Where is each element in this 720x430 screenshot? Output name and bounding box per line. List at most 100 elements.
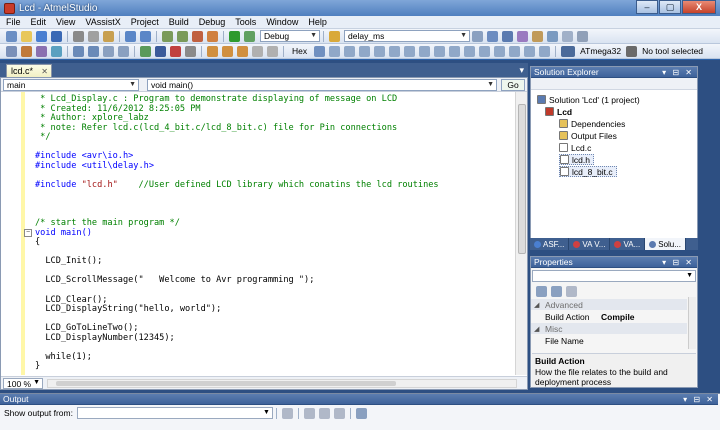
paste-icon[interactable] (103, 30, 114, 42)
outdent-icon[interactable] (118, 45, 129, 57)
indent-icon[interactable] (103, 45, 114, 57)
categorized-icon[interactable] (536, 285, 547, 297)
breakpoint-icon[interactable] (51, 45, 62, 57)
next-message-icon[interactable] (318, 407, 330, 419)
autos-icon[interactable] (524, 45, 536, 57)
pause-icon[interactable] (155, 45, 166, 57)
start-debugging-icon[interactable] (229, 30, 240, 42)
rebuild-icon[interactable] (207, 30, 218, 42)
function-combo[interactable]: void main() ▼ (147, 79, 497, 91)
object-selector-combo[interactable]: ▼ (532, 270, 696, 282)
property-value[interactable]: Compile (597, 312, 635, 322)
toolbox-icon[interactable] (532, 30, 543, 42)
tab-solution-explorer[interactable]: Solu... (645, 238, 686, 250)
go-button[interactable]: Go (501, 79, 525, 91)
open-icon[interactable] (21, 30, 32, 42)
find-icon[interactable] (329, 30, 340, 42)
navigate-forward-icon[interactable] (177, 30, 188, 42)
find-message-icon[interactable] (281, 407, 293, 419)
solution-explorer-icon[interactable] (487, 30, 498, 42)
new-project-icon[interactable] (6, 30, 17, 42)
processor-icon[interactable] (419, 45, 431, 57)
prev-message-icon[interactable] (303, 407, 315, 419)
device-programming-icon[interactable] (21, 45, 32, 57)
registers-icon[interactable] (389, 45, 401, 57)
disassembly-icon[interactable] (329, 45, 341, 57)
breakpoints-window-icon[interactable] (449, 45, 461, 57)
call-stack-icon[interactable] (434, 45, 446, 57)
scope-combo[interactable]: main ▼ (3, 79, 139, 91)
clear-all-icon[interactable] (333, 407, 345, 419)
menu-build[interactable]: Build (169, 17, 189, 27)
step-into-icon[interactable] (207, 45, 218, 57)
tree-item[interactable]: Lcd.c (559, 142, 591, 153)
close-tab-icon[interactable]: ✕ (41, 67, 48, 76)
tab-dropdown-icon[interactable]: ▾ (519, 65, 524, 76)
menu-debug[interactable]: Debug (199, 17, 226, 27)
comment-icon[interactable] (73, 45, 84, 57)
run-to-cursor-icon[interactable] (252, 45, 263, 57)
scroll-thumb[interactable] (518, 104, 526, 254)
property-pages-icon[interactable] (566, 285, 577, 297)
step-over-icon[interactable] (222, 45, 233, 57)
debug-windows-icon[interactable] (36, 45, 47, 57)
menu-file[interactable]: File (6, 17, 21, 27)
menu-window[interactable]: Window (266, 17, 298, 27)
continue-icon[interactable] (140, 45, 151, 57)
maximize-button[interactable]: ▢ (659, 0, 681, 14)
reset-icon[interactable] (267, 45, 278, 57)
property-row[interactable]: Build Action Compile (531, 311, 687, 322)
save-icon[interactable] (36, 30, 47, 42)
modules-icon[interactable] (509, 45, 521, 57)
properties-scrollbar[interactable] (688, 297, 696, 349)
toolbar-options-icon[interactable] (577, 30, 588, 42)
immediate-icon[interactable] (479, 45, 491, 57)
properties-window-icon[interactable] (502, 30, 513, 42)
alphabetical-icon[interactable] (551, 285, 562, 297)
output-window-icon[interactable] (464, 45, 476, 57)
minimize-button[interactable]: – (636, 0, 658, 14)
watch-icon[interactable] (359, 45, 371, 57)
panel-controls[interactable]: ▾ ⊟ ✕ (662, 68, 694, 77)
cut-icon[interactable] (73, 30, 84, 42)
locals-icon[interactable] (374, 45, 386, 57)
uncomment-icon[interactable] (88, 45, 99, 57)
configuration-combo[interactable]: Debug ▼ (260, 30, 320, 42)
menu-project[interactable]: Project (131, 17, 159, 27)
tree-item[interactable]: lcd.h (559, 154, 594, 165)
find-in-files-icon[interactable] (472, 30, 483, 42)
save-all-icon[interactable] (51, 30, 62, 42)
stop-icon[interactable] (170, 45, 181, 57)
collapse-icon[interactable]: ◢ (534, 325, 539, 333)
text-editor-icon[interactable] (6, 45, 17, 57)
undo-icon[interactable] (125, 30, 136, 42)
tree-item[interactable]: Solution 'Lcd' (1 project) (537, 94, 640, 105)
memory-icon[interactable] (344, 45, 356, 57)
editor-horizontal-scrollbar[interactable] (47, 379, 517, 388)
start-without-debugging-icon[interactable] (244, 30, 255, 42)
tree-item[interactable]: Output Files (559, 130, 617, 141)
property-category[interactable]: ◢ Misc (531, 323, 687, 334)
device-label[interactable]: ATmega32 (580, 46, 621, 56)
close-button[interactable]: X (682, 0, 716, 14)
panel-controls[interactable]: ▾ ⊟ ✕ (683, 395, 715, 404)
property-row[interactable]: File Name (531, 335, 687, 346)
restart-icon[interactable] (185, 45, 196, 57)
collapse-icon[interactable]: ◢ (534, 301, 539, 309)
step-out-icon[interactable] (237, 45, 248, 57)
tool-label[interactable]: No tool selected (642, 46, 703, 56)
menu-help[interactable]: Help (308, 17, 327, 27)
collapse-icon[interactable]: − (24, 228, 32, 237)
show-next-statement-icon[interactable] (314, 45, 326, 57)
tab-lcd-c[interactable]: lcd.c* ✕ (6, 64, 52, 77)
panel-controls[interactable]: ▾ ⊟ ✕ (662, 258, 694, 267)
io-view-icon[interactable] (404, 45, 416, 57)
stack-icon[interactable] (539, 45, 551, 57)
tab-asf[interactable]: ASF... (530, 238, 570, 250)
tree-item[interactable]: lcd_8_bit.c (559, 166, 617, 177)
tree-item[interactable]: Lcd (545, 106, 572, 117)
menu-vassistx[interactable]: VAssistX (85, 17, 120, 27)
menu-edit[interactable]: Edit (31, 17, 47, 27)
start-page-icon[interactable] (547, 30, 558, 42)
property-category[interactable]: ◢ Advanced (531, 299, 687, 310)
